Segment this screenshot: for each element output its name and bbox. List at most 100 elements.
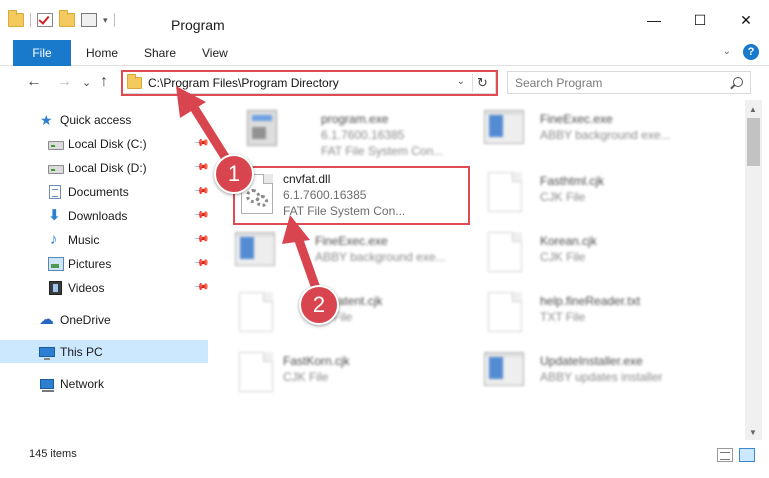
sidebar-item-label: Pictures — [68, 256, 112, 271]
item-count: 145 items — [29, 448, 77, 460]
sidebar-item-label: Downloads — [68, 208, 128, 223]
file-name: help.fineReader.txt — [540, 294, 641, 308]
search-input[interactable] — [515, 75, 725, 91]
file-name: FineExec.exe — [540, 112, 613, 126]
large-icons-view-icon[interactable] — [739, 448, 755, 462]
sidebar-item-local-disk-d[interactable]: Local Disk (D:) 📌 — [0, 156, 210, 179]
ribbon: File Home Share View ⌄ ? — [0, 40, 769, 66]
sidebar-item-documents[interactable]: Documents 📌 — [0, 180, 210, 203]
sidebar-item-onedrive[interactable]: ☁ OneDrive — [0, 308, 208, 331]
minimize-button[interactable]: — — [631, 0, 677, 40]
status-bar: 145 items — [0, 440, 769, 478]
recent-locations-dropdown[interactable]: ⌄ — [82, 76, 91, 89]
back-button[interactable]: ← — [26, 73, 42, 91]
file-item[interactable]: program.exe 6.1.7600.16385 FAT File Syst… — [239, 104, 479, 164]
videos-icon — [49, 280, 62, 295]
sidebar-item-label: Documents — [68, 184, 129, 199]
sidebar-item-label: Local Disk (C:) — [68, 136, 147, 151]
file-item[interactable]: Fasthtml.cjk CJK File — [484, 166, 724, 226]
customize-toolbar-dropdown[interactable]: ▾ — [103, 15, 108, 26]
file-version: 6.1.7600.16385 — [321, 128, 405, 142]
sidebar-item-label: OneDrive — [60, 312, 111, 327]
scroll-down-icon[interactable]: ▼ — [749, 428, 757, 437]
pictures-icon — [48, 256, 64, 271]
file-item[interactable]: Dedicatent.cjk CJK File — [235, 286, 475, 346]
scroll-up-icon[interactable]: ▲ — [749, 105, 757, 114]
window-controls: — ☐ ✕ — [631, 0, 769, 40]
file-item[interactable]: FineExec.exe ABBY background exe... — [235, 226, 475, 286]
quick-access-toolbar: ▾ — [8, 10, 115, 27]
forward-button[interactable]: → — [56, 73, 72, 91]
pin-icon: 📌 — [192, 207, 210, 224]
tab-home[interactable]: Home — [86, 46, 118, 60]
sidebar-item-label: Local Disk (D:) — [68, 160, 147, 175]
document-icon — [239, 352, 273, 392]
document-icon — [488, 232, 522, 272]
file-item[interactable]: UpdateInstaller.exe ABBY updates install… — [484, 346, 724, 406]
star-icon: ★ — [40, 111, 53, 128]
sidebar-item-this-pc[interactable]: This PC — [0, 340, 208, 363]
file-description: FAT File System Con... — [321, 144, 444, 158]
sidebar-item-videos[interactable]: Videos 📌 — [0, 276, 210, 299]
callout-badge-1: 1 — [214, 154, 254, 194]
download-icon: ⬇ — [48, 206, 61, 224]
properties-check-icon[interactable] — [37, 13, 53, 27]
up-button[interactable]: ↑ — [100, 73, 108, 91]
toolbar-separator — [113, 13, 115, 27]
network-icon — [40, 378, 54, 392]
file-type: CJK File — [283, 370, 329, 384]
pin-icon: 📌 — [192, 135, 210, 152]
file-item[interactable]: Korean.cjk CJK File — [484, 226, 724, 286]
sidebar-item-local-disk-c[interactable]: Local Disk (C:) 📌 — [0, 132, 210, 155]
navigation-pane: ★ Quick access Local Disk (C:) 📌 Local D… — [0, 100, 210, 440]
file-name: FineExec.exe — [315, 234, 388, 248]
title-bar: ▾ Program — ☐ ✕ — [0, 0, 769, 40]
sidebar-item-music[interactable]: ♪ Music 📌 — [0, 228, 210, 251]
tab-file[interactable]: File — [13, 40, 71, 66]
sidebar-item-label: Quick access — [60, 112, 132, 127]
exe-icon — [484, 352, 524, 386]
address-bar-highlight — [121, 70, 498, 96]
file-name: Korean.cjk — [540, 234, 597, 248]
document-icon — [239, 292, 273, 332]
pin-icon: 📌 — [192, 231, 210, 248]
help-icon[interactable]: ? — [743, 44, 759, 60]
cloud-icon: ☁ — [39, 310, 54, 328]
sidebar-item-downloads[interactable]: ⬇ Downloads 📌 — [0, 204, 210, 227]
sidebar-item-label: This PC — [60, 344, 103, 359]
scroll-thumb[interactable] — [747, 118, 760, 166]
document-icon — [49, 184, 61, 199]
file-type: CJK File — [540, 190, 586, 204]
pin-icon: 📌 — [192, 255, 210, 272]
file-type: CJK File — [540, 250, 586, 264]
window-title: Program — [171, 17, 225, 33]
search-box[interactable] — [507, 71, 751, 94]
view-options-icon[interactable] — [81, 13, 97, 27]
sidebar-item-quick-access[interactable]: ★ Quick access — [0, 108, 208, 131]
tab-view[interactable]: View — [202, 46, 228, 60]
sidebar-item-label: Videos — [68, 280, 105, 295]
file-item[interactable]: FineExec.exe ABBY background exe... — [484, 104, 724, 164]
file-item[interactable]: FastKorn.cjk CJK File — [235, 346, 475, 406]
new-folder-icon[interactable] — [59, 10, 75, 27]
file-item[interactable]: help.fineReader.txt TXT File — [484, 286, 724, 346]
file-list: program.exe 6.1.7600.16385 FAT File Syst… — [211, 100, 745, 440]
maximize-button[interactable]: ☐ — [677, 0, 723, 40]
sidebar-item-network[interactable]: Network — [0, 372, 208, 395]
file-name: program.exe — [321, 112, 389, 126]
vertical-scrollbar[interactable]: ▲ ▼ — [745, 100, 762, 440]
details-view-icon[interactable] — [717, 448, 733, 462]
search-icon[interactable] — [733, 77, 743, 87]
sidebar-item-pictures[interactable]: Pictures 📌 — [0, 252, 210, 275]
folder-icon[interactable] — [8, 10, 24, 27]
tab-share[interactable]: Share — [144, 46, 176, 60]
file-description: ABBY background exe... — [540, 128, 671, 142]
file-name: Fasthtml.cjk — [540, 174, 605, 188]
file-name: FastKorn.cjk — [283, 354, 350, 368]
toolbar-separator — [30, 13, 31, 27]
file-description: ABBY updates installer — [540, 370, 663, 384]
computer-icon — [39, 346, 55, 360]
close-button[interactable]: ✕ — [723, 0, 769, 40]
selected-file-highlight — [233, 166, 470, 225]
expand-ribbon-icon[interactable]: ⌄ — [723, 46, 731, 57]
